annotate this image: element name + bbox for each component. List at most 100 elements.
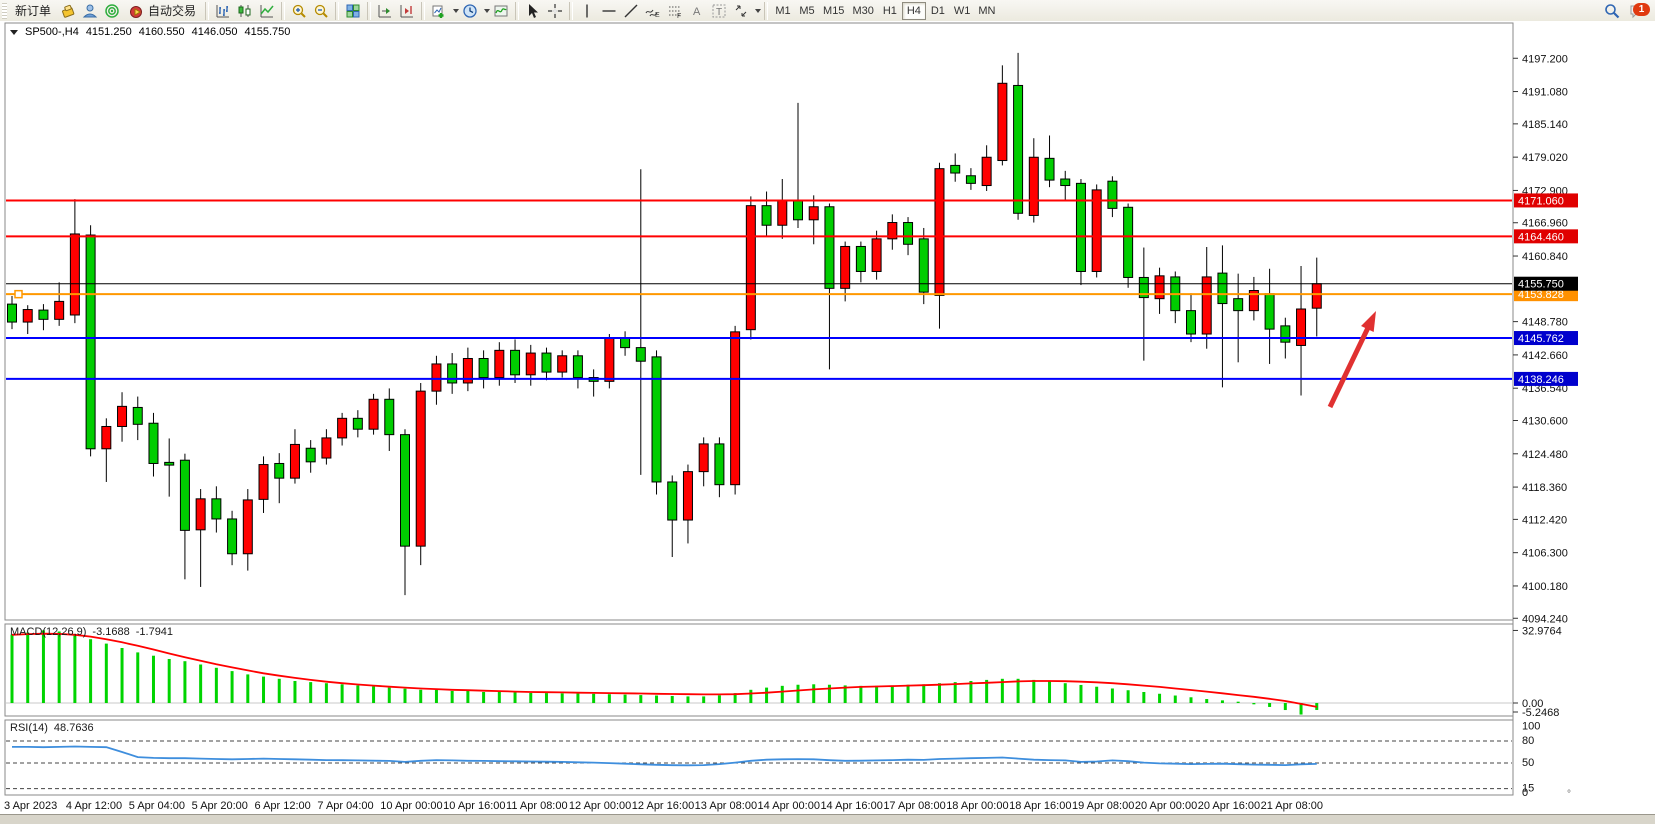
svg-text:10 Apr 00:00: 10 Apr 00:00 [380,800,442,812]
candle [573,356,582,378]
svg-text:10 Apr 16:00: 10 Apr 16:00 [443,800,505,812]
candle [102,426,111,448]
svg-text:19 Apr 08:00: 19 Apr 08:00 [1072,800,1134,812]
candle [841,246,850,288]
candle [794,201,803,220]
svg-text:0: 0 [1522,787,1528,799]
svg-text:4191.080: 4191.080 [1522,87,1568,99]
svg-text:7 Apr 04:00: 7 Apr 04:00 [317,800,373,812]
svg-text:6 Apr 12:00: 6 Apr 12:00 [255,800,311,812]
candle [479,358,488,377]
candle [511,350,520,374]
svg-text:4138.246: 4138.246 [1518,374,1564,386]
svg-text:32.9764: 32.9764 [1522,625,1562,637]
svg-text:4179.020: 4179.020 [1522,152,1568,164]
candle [1297,309,1306,345]
candle [1155,276,1164,299]
candle [338,418,347,438]
svg-text:17 Apr 08:00: 17 Apr 08:00 [883,800,945,812]
svg-text:80: 80 [1522,735,1534,747]
svg-text:20 Apr 00:00: 20 Apr 00:00 [1135,800,1197,812]
candle [290,444,299,478]
candle [809,207,818,220]
svg-text:3 Apr 2023: 3 Apr 2023 [4,800,57,812]
candle [118,406,127,426]
candle [872,239,881,272]
svg-text:100: 100 [1522,720,1540,732]
candle [259,465,268,500]
svg-text:4164.460: 4164.460 [1518,231,1564,243]
candle [70,234,79,315]
candle [416,391,425,546]
svg-text:4124.480: 4124.480 [1522,449,1568,461]
candle [652,357,661,482]
candle [165,462,174,465]
candle [966,176,975,184]
candle [306,448,315,462]
candle [1234,299,1243,311]
svg-text:5 Apr 20:00: 5 Apr 20:00 [192,800,248,812]
candle [825,207,834,289]
candle [683,472,692,520]
svg-text:4145.762: 4145.762 [1518,333,1564,345]
svg-text:13 Apr 08:00: 13 Apr 08:00 [695,800,757,812]
candle [699,444,708,472]
candle [951,165,960,173]
candle [1076,183,1085,271]
candle [998,83,1007,160]
svg-text:°: ° [1567,789,1571,800]
candle [636,348,645,362]
candle [1092,190,1101,272]
svg-text:4118.360: 4118.360 [1522,482,1567,494]
candle [1124,207,1133,277]
candle [856,246,865,271]
candle [1187,311,1196,334]
svg-text:4094.240: 4094.240 [1522,613,1568,625]
candle [401,435,410,546]
candle [228,519,237,554]
svg-text:11 Apr 08:00: 11 Apr 08:00 [506,800,568,812]
svg-text:4197.200: 4197.200 [1522,53,1568,65]
candle [180,460,189,530]
svg-text:4112.420: 4112.420 [1522,514,1567,526]
candle [149,423,158,463]
candle [1218,273,1227,303]
candle [542,353,551,372]
candle [605,338,614,382]
candle [385,399,394,434]
candle [322,438,331,458]
svg-text:4148.780: 4148.780 [1522,317,1568,329]
svg-text:4100.180: 4100.180 [1522,581,1568,593]
candle [1045,158,1054,180]
svg-text:4185.140: 4185.140 [1522,119,1568,131]
candle [55,301,64,319]
candle [86,235,95,449]
candle [1281,326,1290,342]
svg-text:20 Apr 16:00: 20 Apr 16:00 [1198,800,1260,812]
candle [746,206,755,330]
candle [8,304,17,322]
svg-text:4160.840: 4160.840 [1522,251,1568,263]
svg-text:4106.300: 4106.300 [1522,548,1568,560]
candle [668,482,677,520]
candle [1014,85,1023,213]
candle [1265,294,1274,329]
candle [369,399,378,429]
svg-text:4 Apr 12:00: 4 Apr 12:00 [66,800,122,812]
chart-canvas[interactable]: 4197.2004191.0804185.1404179.0204172.900… [0,0,1655,824]
candle [495,350,504,377]
candle [1061,179,1070,186]
candle [196,499,205,530]
svg-text:5 Apr 04:00: 5 Apr 04:00 [129,800,185,812]
candle [448,364,457,383]
candle [715,444,724,485]
candle [1029,157,1038,215]
candle [275,463,284,478]
candle [731,332,740,485]
svg-text:14 Apr 16:00: 14 Apr 16:00 [820,800,882,812]
candle [558,356,567,372]
candle [23,310,32,323]
svg-text:14 Apr 00:00: 14 Apr 00:00 [758,800,820,812]
svg-text:4142.660: 4142.660 [1522,350,1568,362]
candle [526,353,535,375]
